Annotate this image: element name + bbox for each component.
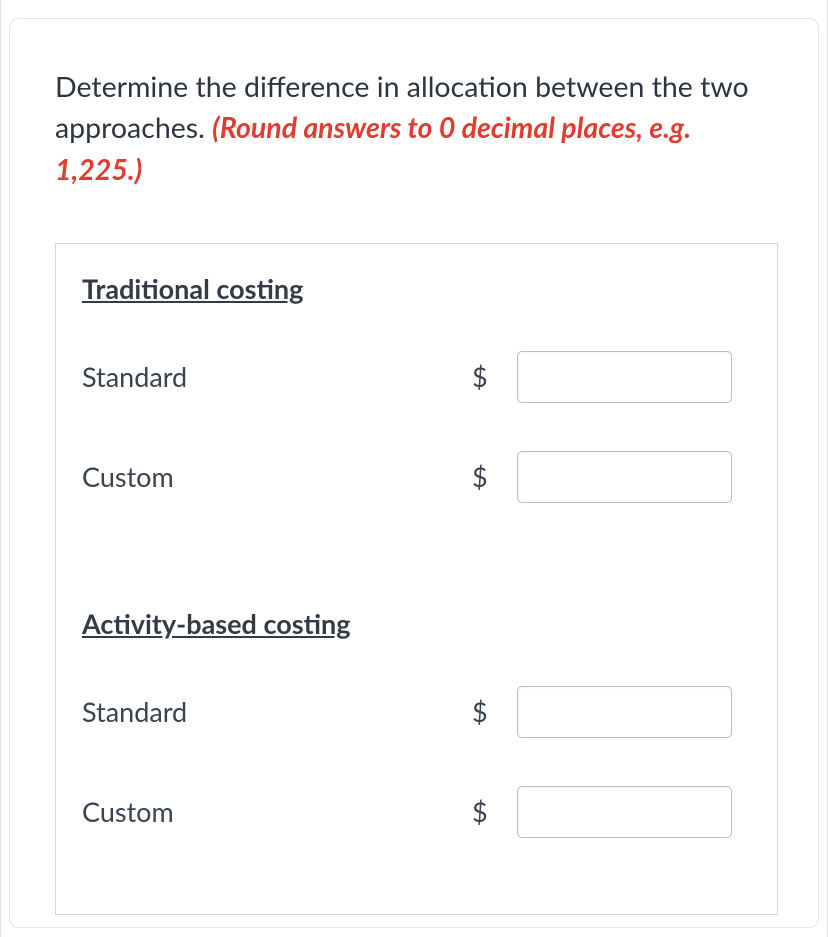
activity-standard-label: Standard	[82, 695, 472, 728]
traditional-standard-label: Standard	[82, 360, 472, 393]
traditional-costing-header: Traditional costing	[82, 272, 777, 305]
traditional-custom-row: Custom $	[82, 451, 777, 503]
traditional-custom-label: Custom	[82, 460, 472, 493]
activity-custom-label: Custom	[82, 795, 472, 828]
activity-standard-row: Standard $	[82, 686, 777, 738]
currency-symbol: $	[472, 360, 517, 393]
activity-custom-input[interactable]	[517, 786, 732, 838]
traditional-standard-row: Standard $	[82, 351, 777, 403]
instruction-text: Determine the difference in allocation b…	[55, 67, 778, 191]
activity-standard-input[interactable]	[517, 686, 732, 738]
currency-symbol: $	[472, 460, 517, 493]
traditional-standard-input[interactable]	[517, 351, 732, 403]
currency-symbol: $	[472, 795, 517, 828]
costing-table: Traditional costing Standard $ Custom $ …	[55, 243, 778, 915]
page-wrapper: Determine the difference in allocation b…	[0, 0, 828, 937]
question-card: Determine the difference in allocation b…	[9, 18, 819, 928]
currency-symbol: $	[472, 695, 517, 728]
activity-custom-row: Custom $	[82, 786, 777, 838]
traditional-custom-input[interactable]	[517, 451, 732, 503]
activity-based-costing-header: Activity-based costing	[82, 607, 777, 640]
